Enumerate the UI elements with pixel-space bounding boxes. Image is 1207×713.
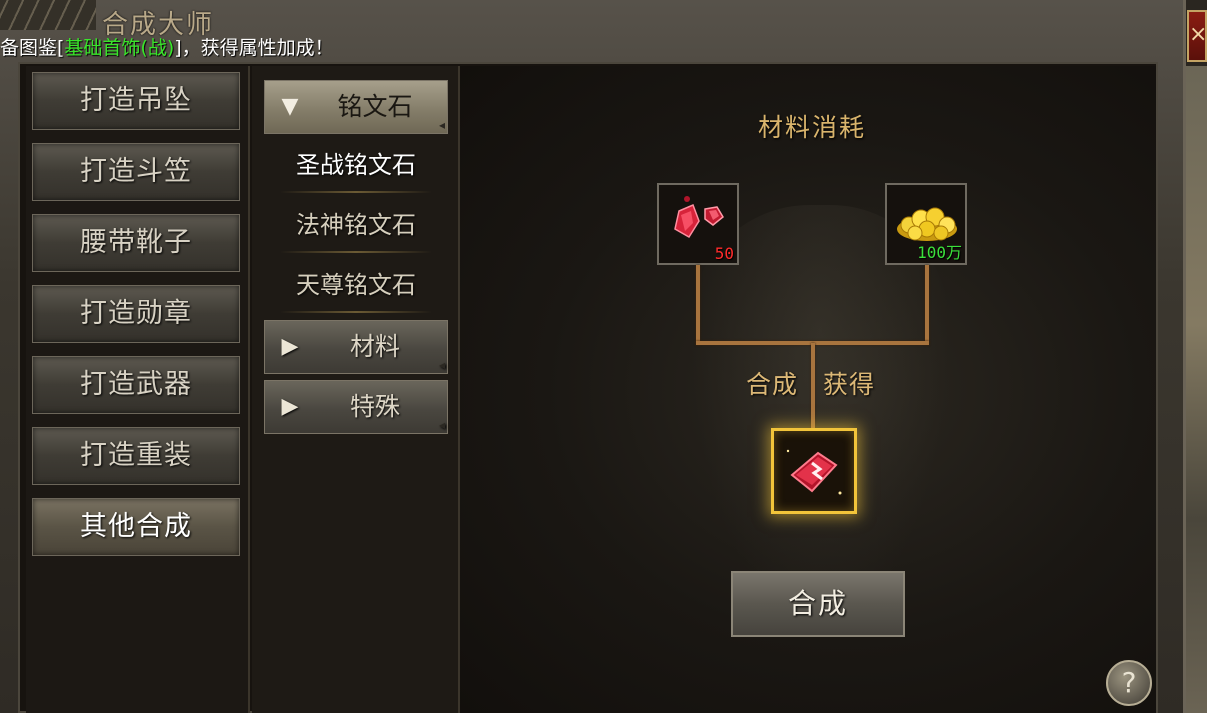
triangle-right-icon: ▶ [281, 394, 299, 419]
notice-prefix: 备图鉴[ [0, 37, 65, 59]
group-label: 特殊 [349, 392, 400, 421]
triangle-right-icon: ▶ [281, 334, 299, 359]
group-end-ornament-icon: ◂ [438, 418, 445, 432]
group-header-inscription-stone[interactable]: ▼ 铭文石 ◂ [264, 80, 448, 134]
dragon-ornament-icon [0, 0, 96, 30]
obtain-label: 获得 [823, 370, 876, 399]
connector-line [696, 265, 700, 345]
material-slot-gem[interactable]: 50 [657, 183, 739, 265]
combine-button[interactable]: 合成 [731, 571, 905, 637]
close-button[interactable]: × [1187, 10, 1207, 62]
group-label: 材料 [349, 332, 400, 361]
material-count: 50 [714, 244, 734, 263]
help-button[interactable]: ? [1106, 660, 1152, 706]
category-button-medal[interactable]: 打造勋章 [32, 285, 240, 343]
system-notice: 备图鉴[基础首饰(战)]，获得属性加成！ [0, 33, 334, 60]
category-button-heavy-armor[interactable]: 打造重装 [32, 427, 240, 485]
combine-label: 合成 [746, 370, 799, 399]
material-slot-gold[interactable]: 100万 [885, 183, 967, 265]
triangle-down-icon: ▼ [281, 94, 299, 119]
connector-line [811, 343, 815, 429]
background-scene-strip [1186, 66, 1207, 713]
engraved-background-decoration [690, 205, 950, 625]
recipe-item-mage-god[interactable]: 法神铭文石 [266, 203, 446, 253]
category-button-other[interactable]: 其他合成 [32, 498, 240, 556]
group-label: 铭文石 [337, 92, 413, 121]
category-button-belt-boots[interactable]: 腰带靴子 [32, 214, 240, 272]
group-header-materials[interactable]: ▶ 材料 ◂ [264, 320, 448, 374]
category-button-hat[interactable]: 打造斗笠 [32, 143, 240, 201]
recipe-item-holy-war[interactable]: 圣战铭文石 [266, 143, 446, 193]
notice-suffix: ]，获得属性加成！ [174, 37, 334, 59]
category-button-pendant[interactable]: 打造吊坠 [32, 72, 240, 130]
recipe-item-heavenly-lord[interactable]: 天尊铭文石 [266, 263, 446, 313]
notice-highlight[interactable]: 基础首饰(战) [64, 37, 174, 59]
group-header-special[interactable]: ▶ 特殊 ◂ [264, 380, 448, 434]
category-button-weapon[interactable]: 打造武器 [32, 356, 240, 414]
red-rune-stone-icon [786, 449, 842, 495]
result-slot[interactable] [771, 428, 857, 514]
materials-title: 材料消耗 [757, 113, 866, 142]
connector-line [925, 265, 929, 345]
material-count: 100万 [917, 243, 962, 262]
